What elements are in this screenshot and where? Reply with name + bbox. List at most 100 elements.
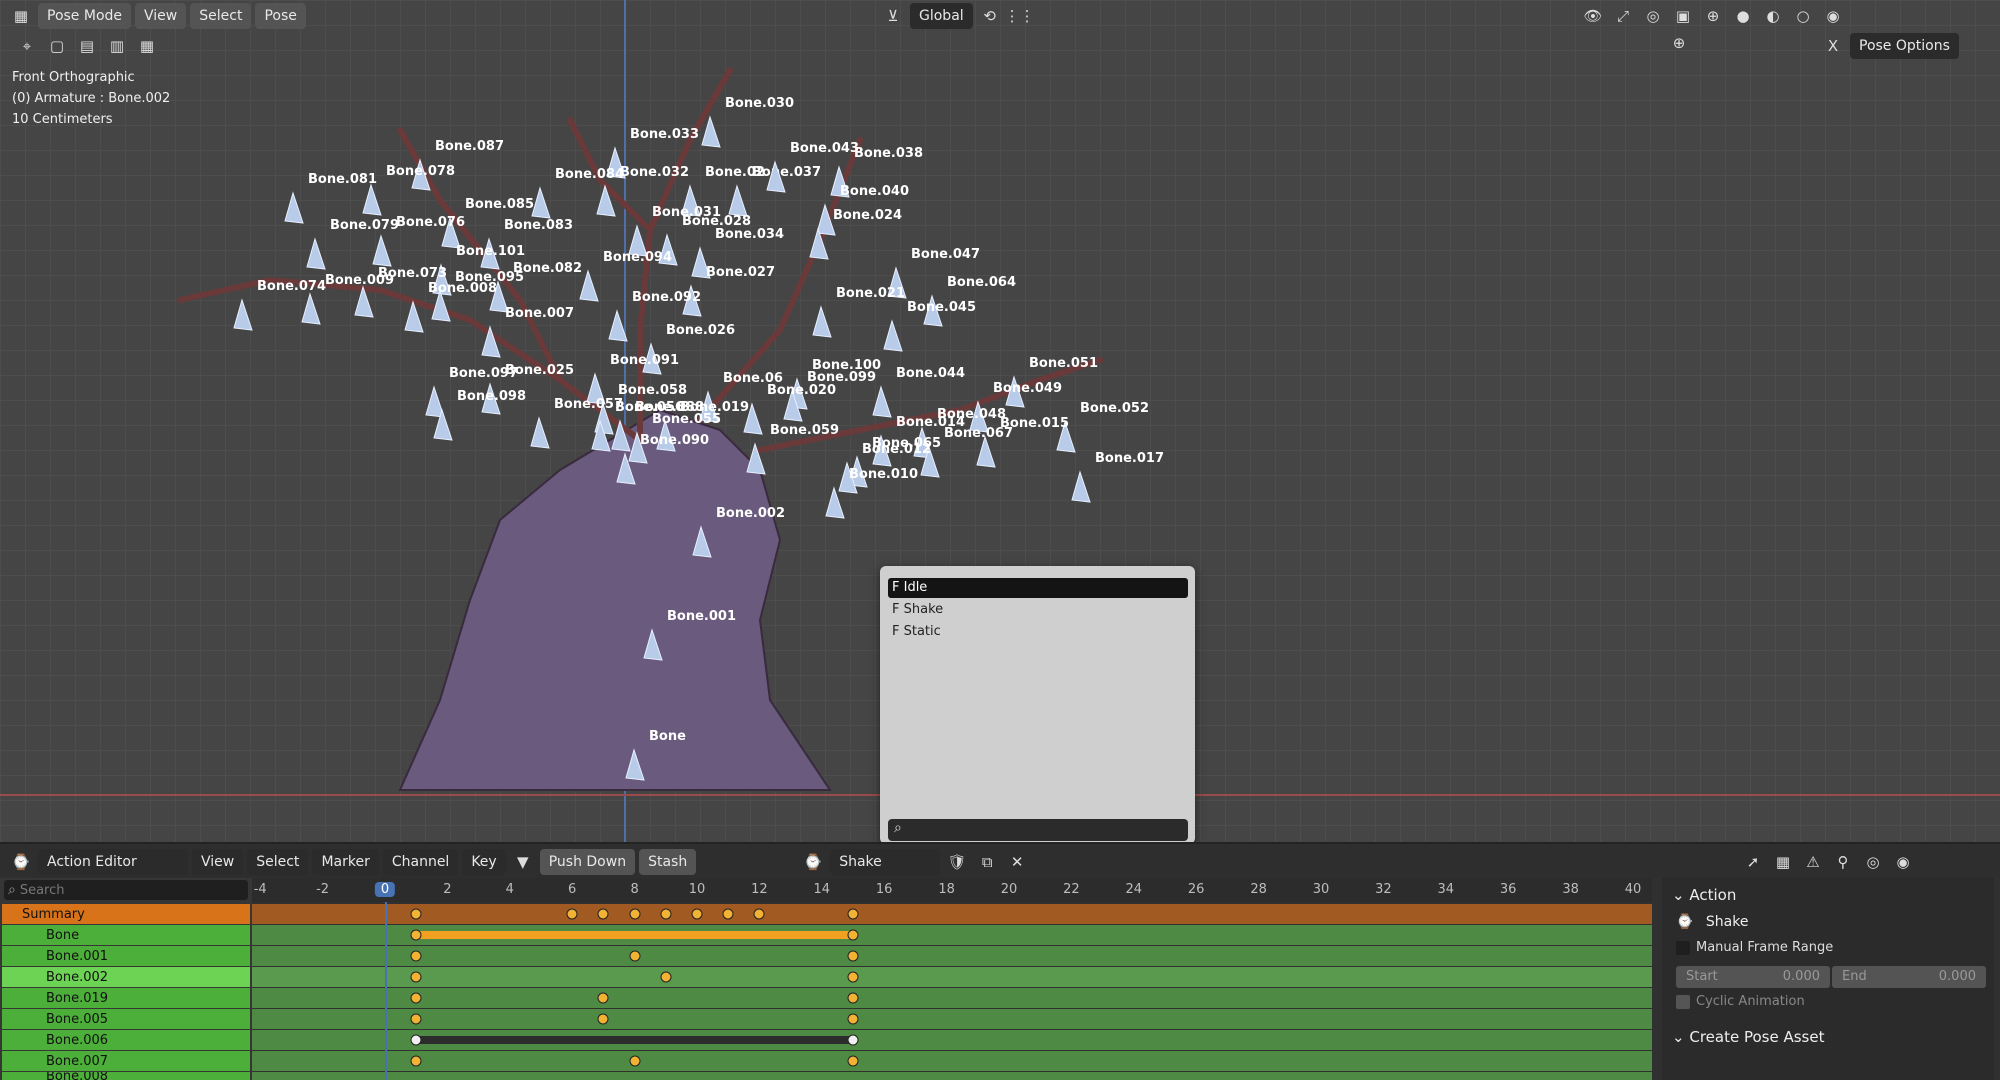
proportional-icon[interactable]: ◉ [1890, 849, 1916, 875]
orientation-selector[interactable]: Global [910, 3, 973, 29]
keyframe[interactable] [629, 950, 641, 962]
editor-type-icon[interactable]: ▦ [8, 3, 34, 29]
dopesheet-row[interactable] [252, 1009, 1652, 1029]
bone-shape[interactable] [1071, 470, 1091, 503]
wireframe-shading-icon[interactable]: ⊕ [1700, 3, 1726, 29]
show-hidden-icon[interactable]: ▦ [1770, 849, 1796, 875]
pose-options-button[interactable]: Pose Options [1850, 33, 1959, 59]
keyframe[interactable] [691, 908, 703, 920]
x-mirror-icon[interactable]: X [1820, 33, 1846, 59]
push-down-button[interactable]: Push Down [539, 849, 636, 875]
channel-summary[interactable]: Summary [2, 904, 250, 924]
rendered-shading-icon[interactable]: ○ [1790, 3, 1816, 29]
dopesheet-row[interactable] [252, 946, 1652, 966]
bone-shape[interactable] [812, 305, 832, 338]
popup-item-idle[interactable]: F Idle [888, 578, 1188, 598]
bone-shape[interactable] [301, 292, 321, 325]
keyframe[interactable] [847, 1034, 859, 1046]
menu-select[interactable]: Select [190, 3, 252, 29]
menu-channel[interactable]: Channel [382, 849, 459, 875]
extend-select-icon[interactable]: ▤ [74, 33, 100, 59]
end-frame-field[interactable]: End 0.000 [1832, 966, 1986, 988]
bone-shape[interactable] [579, 269, 599, 302]
menu-marker[interactable]: Marker [312, 849, 379, 875]
subtract-select-icon[interactable]: ▥ [104, 33, 130, 59]
keyframe[interactable] [629, 1055, 641, 1067]
3d-cursor-icon[interactable]: ⊕ [1666, 30, 1692, 56]
bone-shape[interactable] [362, 183, 382, 216]
keyframe[interactable] [847, 1055, 859, 1067]
dopesheet-row[interactable] [252, 1072, 1652, 1080]
keyframe[interactable] [410, 1055, 422, 1067]
keyframe[interactable] [847, 908, 859, 920]
3d-viewport[interactable]: Bone.030 Bone.033 Bone.087 Bone.084 Bone.032… [0, 0, 2000, 844]
menu-key[interactable]: Key [462, 849, 506, 875]
bone-shape[interactable] [372, 234, 392, 267]
only-errors-icon[interactable]: ⚠ [1800, 849, 1826, 875]
menu-view[interactable]: View [192, 849, 244, 875]
dopesheet-area[interactable] [252, 902, 1652, 1080]
cyclic-animation-checkbox[interactable]: Cyclic Animation [1676, 994, 1805, 1009]
keyframe[interactable] [847, 992, 859, 1004]
overlay-icon[interactable]: ◎ [1640, 3, 1666, 29]
snap-icon[interactable]: ⋮⋮ [1005, 3, 1035, 29]
current-frame-indicator[interactable]: 0 [374, 882, 396, 897]
channel-bone[interactable]: Bone [2, 925, 250, 945]
channel-bone-007[interactable]: Bone.007 [2, 1051, 250, 1071]
keyframe[interactable] [410, 908, 422, 920]
unlink-action-icon[interactable]: ✕ [1004, 849, 1030, 875]
only-selected-icon[interactable]: ➚ [1740, 849, 1766, 875]
material-shading-icon[interactable]: ◐ [1760, 3, 1786, 29]
auto-snapping-icon[interactable]: ◎ [1860, 849, 1886, 875]
dopesheet-row[interactable] [252, 967, 1652, 987]
bone-shape[interactable] [728, 184, 748, 217]
duplicate-action-icon[interactable]: ⧉ [974, 849, 1000, 875]
dopesheet-row[interactable] [252, 1051, 1652, 1071]
bone-shape[interactable] [284, 191, 304, 224]
keyframe[interactable] [410, 1013, 422, 1025]
bone-shape[interactable] [872, 385, 892, 418]
filter-icon[interactable]: ⚲ [1830, 849, 1856, 875]
playhead-line[interactable] [385, 902, 387, 1080]
action-name-field[interactable]: Shake [830, 849, 941, 875]
menu-view[interactable]: View [135, 3, 187, 29]
bone-shape[interactable] [531, 186, 551, 219]
action-browse-icon[interactable]: ⌚ [800, 849, 826, 875]
keyframe[interactable] [597, 1013, 609, 1025]
stash-button[interactable]: Stash [639, 849, 697, 875]
editor-type-icon[interactable]: ⌚ [8, 849, 34, 875]
keyframe[interactable] [410, 929, 422, 941]
box-select-icon[interactable]: ▢ [44, 33, 70, 59]
popup-item-shake[interactable]: F Shake [888, 600, 1188, 620]
start-frame-field[interactable]: Start 0.000 [1676, 966, 1830, 988]
bone-shape[interactable] [306, 237, 326, 270]
push-down-arrow-icon[interactable]: ▼ [510, 849, 536, 875]
channel-bone-001[interactable]: Bone.001 [2, 946, 250, 966]
bone-shape[interactable] [701, 115, 721, 148]
bone-shape[interactable] [233, 298, 253, 331]
keyframe[interactable] [660, 971, 672, 983]
frame-ruler[interactable]: -4 -2 0 2 4 6 8 10 12 14 16 18 20 22 24 26 28 30 32 34 36 38 4… [252, 878, 1652, 902]
create-pose-asset-header[interactable]: ⌄ Create Pose Asset [1672, 1028, 1824, 1046]
dopesheet-row[interactable] [252, 988, 1652, 1008]
popup-search-input[interactable]: ⌕ [888, 819, 1188, 841]
keyframe[interactable] [847, 1013, 859, 1025]
channel-bone-005[interactable]: Bone.005 [2, 1009, 250, 1029]
dopesheet-row[interactable] [252, 904, 1652, 924]
orientation-icon[interactable]: ⊻ [880, 3, 906, 29]
solid-shading-icon[interactable]: ● [1730, 3, 1756, 29]
keyframe[interactable] [410, 1034, 422, 1046]
fake-user-icon[interactable]: 🛡 [944, 849, 970, 875]
keyframe[interactable] [410, 992, 422, 1004]
keyframe[interactable] [410, 950, 422, 962]
keyframe[interactable] [722, 908, 734, 920]
keyframe[interactable] [597, 908, 609, 920]
pivot-icon[interactable]: ⟲ [977, 3, 1003, 29]
channel-bone-019[interactable]: Bone.019 [2, 988, 250, 1008]
visibility-icon[interactable]: 👁 [1580, 3, 1606, 29]
channel-bone-006[interactable]: Bone.006 [2, 1030, 250, 1050]
intersect-select-icon[interactable]: ▦ [134, 33, 160, 59]
menu-pose[interactable]: Pose [255, 3, 306, 29]
popup-item-static[interactable]: F Static [888, 622, 1188, 642]
select-tool-icon[interactable]: ⌖ [14, 33, 40, 59]
